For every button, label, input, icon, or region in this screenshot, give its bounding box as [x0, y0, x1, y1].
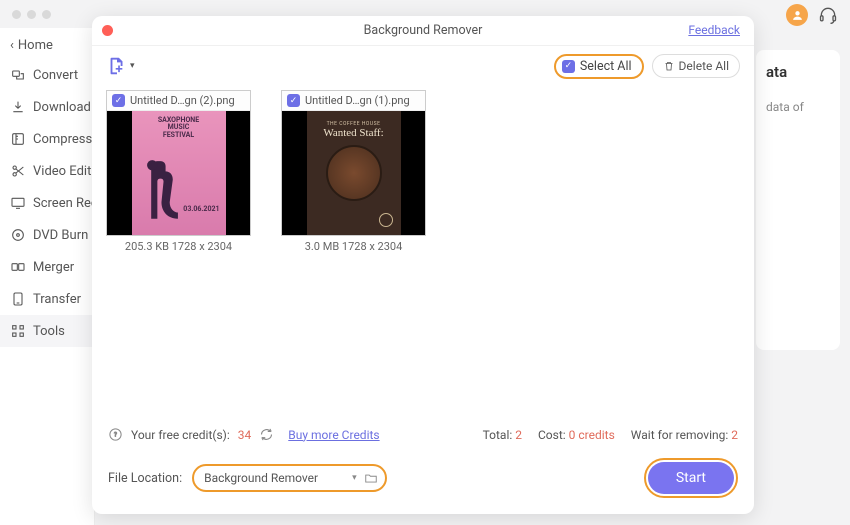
credits-value: 34 — [238, 428, 252, 442]
svg-text:?: ? — [114, 430, 117, 438]
select-all-label: Select All — [580, 59, 632, 74]
label: Tools — [33, 324, 65, 339]
sidebar-item-download[interactable]: Download — [0, 91, 94, 123]
transfer-icon — [10, 291, 26, 307]
refresh-icon[interactable] — [259, 427, 274, 442]
tools-icon — [10, 323, 26, 339]
modal-window: Background Remover Feedback ▾ ✓ Select A… — [92, 16, 754, 514]
file-name: Untitled D…gn (1).png — [305, 94, 410, 107]
background-panel: ata data of — [756, 50, 840, 350]
sidebar-item-convert[interactable]: Convert — [0, 59, 94, 91]
sidebar-item-compress[interactable]: Compress — [0, 123, 94, 155]
stamp-icon — [379, 213, 393, 227]
topbar — [786, 4, 838, 26]
avatar[interactable] — [786, 4, 808, 26]
trash-icon — [663, 60, 675, 72]
chevron-down-icon: ▾ — [130, 61, 135, 71]
screen-icon — [10, 195, 26, 211]
buy-credits-link[interactable]: Buy more Credits — [288, 428, 379, 442]
disc-icon — [10, 227, 26, 243]
toolbar-right: ✓ Select All Delete All — [554, 54, 740, 79]
traffic-lights — [12, 10, 51, 19]
select-all-button[interactable]: ✓ Select All — [554, 54, 644, 79]
file-meta: 3.0 MB 1728 x 2304 — [281, 236, 426, 257]
sidebar-item-tools[interactable]: Tools — [0, 315, 94, 347]
checkbox-icon: ✓ — [562, 60, 575, 73]
label: Download — [33, 100, 91, 115]
delete-all-label: Delete All — [679, 59, 729, 73]
location-input[interactable] — [200, 468, 346, 488]
footer: File Location: ▾ Start — [92, 448, 754, 514]
file-location-select[interactable]: ▾ — [192, 464, 387, 492]
chevron-left-icon: ‹ — [10, 38, 14, 53]
mac-max-dot[interactable] — [42, 10, 51, 19]
file-header: ✓ Untitled D…gn (2).png — [107, 91, 250, 111]
sidebar-item-transfer[interactable]: Transfer — [0, 283, 94, 315]
modal-title: Background Remover — [364, 23, 483, 38]
file-card[interactable]: ✓ Untitled D…gn (2).png SAXOPHONE MUSIC … — [106, 90, 251, 257]
checkbox-icon[interactable]: ✓ — [112, 94, 125, 107]
file-location-label: File Location: — [108, 471, 182, 486]
label: Video Edit — [33, 164, 91, 179]
delete-all-button[interactable]: Delete All — [652, 54, 740, 78]
thumbnail: SAXOPHONE MUSIC FESTIVAL 03.06.2021 — [107, 111, 250, 235]
start-button[interactable]: Start — [648, 462, 734, 494]
home-label: Home — [18, 38, 53, 53]
status-summary: Total: 2 Cost: 0 credits Wait for removi… — [483, 428, 738, 442]
label: Compress — [33, 132, 92, 147]
add-file-icon — [106, 55, 128, 77]
chevron-down-icon[interactable]: ▾ — [352, 473, 357, 483]
bg-title: ata — [766, 60, 830, 84]
sidebar-item-merger[interactable]: Merger — [0, 251, 94, 283]
label: Merger — [33, 260, 74, 275]
thumbnail: THE COFFEE HOUSE Wanted Staff: — [282, 111, 425, 235]
folder-icon[interactable] — [363, 471, 379, 485]
poster-image: SAXOPHONE MUSIC FESTIVAL 03.06.2021 — [132, 111, 226, 235]
support-icon[interactable] — [818, 5, 838, 25]
download-icon — [10, 99, 26, 115]
label: Screen Rec — [33, 196, 94, 211]
close-icon[interactable] — [102, 25, 113, 36]
convert-icon — [10, 67, 26, 83]
label: Convert — [33, 68, 78, 83]
file-card[interactable]: ✓ Untitled D…gn (1).png THE COFFEE HOUSE… — [281, 90, 426, 257]
sidebar-item-video[interactable]: Video Edit — [0, 155, 94, 187]
poster-image: THE COFFEE HOUSE Wanted Staff: — [307, 111, 401, 235]
feedback-link[interactable]: Feedback — [688, 23, 740, 37]
credits-label: Your free credit(s): — [131, 428, 230, 442]
scissors-icon — [10, 163, 26, 179]
merge-icon — [10, 259, 26, 275]
file-grid: ✓ Untitled D…gn (2).png SAXOPHONE MUSIC … — [92, 86, 754, 421]
file-name: Untitled D…gn (2).png — [130, 94, 235, 107]
saxophone-icon — [140, 157, 185, 229]
back-home[interactable]: ‹ Home — [0, 32, 94, 59]
coffee-dish — [326, 145, 382, 201]
sidebar: ‹ Home Convert Download Compress Video E… — [0, 28, 95, 525]
label: Transfer — [33, 292, 81, 307]
sidebar-item-dvd[interactable]: DVD Burn — [0, 219, 94, 251]
mac-min-dot[interactable] — [27, 10, 36, 19]
sidebar-item-screen[interactable]: Screen Rec — [0, 187, 94, 219]
compress-icon — [10, 131, 26, 147]
file-meta: 205.3 KB 1728 x 2304 — [106, 236, 251, 257]
mac-close-dot[interactable] — [12, 10, 21, 19]
start-button-highlight: Start — [644, 458, 738, 498]
checkbox-icon[interactable]: ✓ — [287, 94, 300, 107]
toolbar: ▾ ✓ Select All Delete All — [92, 46, 754, 86]
add-file-button[interactable]: ▾ — [106, 55, 135, 77]
info-icon: ? — [108, 427, 123, 442]
modal-header: Background Remover Feedback — [92, 16, 754, 46]
bg-line: data of — [766, 98, 830, 117]
label: DVD Burn — [33, 228, 88, 243]
file-header: ✓ Untitled D…gn (1).png — [282, 91, 425, 111]
credits-bar: ? Your free credit(s): 34 Buy more Credi… — [92, 421, 754, 448]
